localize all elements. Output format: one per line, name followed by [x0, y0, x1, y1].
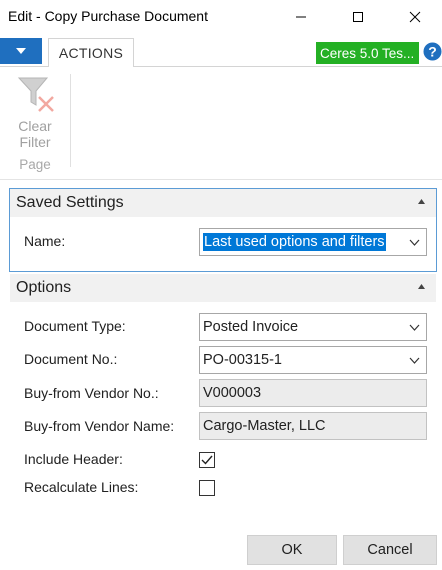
saved-settings-name-value: Last used options and filters — [203, 233, 386, 251]
document-no-value: PO-00315-1 — [203, 352, 282, 368]
svg-text:?: ? — [428, 44, 437, 60]
options-title: Options — [16, 279, 72, 296]
ok-button[interactable]: OK — [247, 535, 337, 565]
vendor-name-label: Buy-from Vendor Name: — [24, 418, 175, 434]
include-header-label: Include Header: — [24, 451, 123, 467]
collapse-caret-icon — [418, 199, 425, 204]
collapse-caret-icon — [418, 284, 425, 289]
minimize-icon — [296, 16, 306, 18]
clear-filter-label-line1: Clear — [18, 118, 52, 134]
title-bar: Edit - Copy Purchase Document — [0, 0, 442, 34]
close-button[interactable] — [392, 0, 438, 34]
cancel-button[interactable]: Cancel — [343, 535, 437, 565]
saved-settings-name-dropdown[interactable]: Last used options and filters — [199, 228, 427, 256]
ribbon-menu-button[interactable] — [0, 38, 42, 64]
vendor-no-field: V000003 — [199, 379, 427, 407]
checkmark-icon — [201, 455, 213, 465]
help-icon[interactable]: ? — [423, 42, 442, 61]
vendor-no-value: V000003 — [203, 385, 262, 401]
options-header[interactable]: Options — [10, 274, 436, 302]
document-no-label: Document No.: — [24, 351, 118, 367]
window-title: Edit - Copy Purchase Document — [8, 8, 208, 24]
chevron-down-icon — [409, 324, 420, 331]
vendor-name-value: Cargo-Master, LLC — [203, 418, 326, 434]
chevron-down-icon — [409, 357, 420, 364]
ribbon-bottom-border — [0, 179, 442, 180]
minimize-button[interactable] — [278, 0, 324, 34]
clear-filter-icon — [17, 77, 54, 112]
chevron-down-icon — [409, 239, 420, 246]
saved-settings-header[interactable]: Saved Settings — [10, 189, 436, 217]
vendor-name-field: Cargo-Master, LLC — [199, 412, 427, 440]
name-label: Name: — [24, 233, 66, 249]
ribbon-group-separator — [70, 74, 71, 167]
include-header-checkbox[interactable] — [199, 452, 215, 468]
recalculate-lines-checkbox[interactable] — [199, 480, 215, 496]
company-badge: Ceres 5.0 Tes... — [316, 42, 419, 64]
caret-down-icon — [16, 47, 26, 54]
ribbon-group-label: Page — [19, 157, 51, 172]
close-icon — [409, 11, 421, 23]
maximize-icon — [353, 12, 363, 22]
maximize-button[interactable] — [335, 0, 381, 34]
document-no-dropdown[interactable]: PO-00315-1 — [199, 346, 427, 374]
clear-filter-label: Clear Filter — [14, 118, 56, 150]
saved-settings-title: Saved Settings — [16, 194, 124, 211]
ribbon-panel: Clear Filter Page — [0, 67, 442, 180]
document-type-label: Document Type: — [24, 318, 126, 334]
clear-filter-label-line2: Filter — [19, 134, 51, 150]
vendor-no-label: Buy-from Vendor No.: — [24, 385, 159, 401]
document-type-dropdown[interactable]: Posted Invoice — [199, 313, 427, 341]
recalculate-lines-label: Recalculate Lines: — [24, 479, 139, 495]
document-type-value: Posted Invoice — [203, 319, 299, 335]
tab-actions[interactable]: ACTIONS — [48, 38, 134, 67]
